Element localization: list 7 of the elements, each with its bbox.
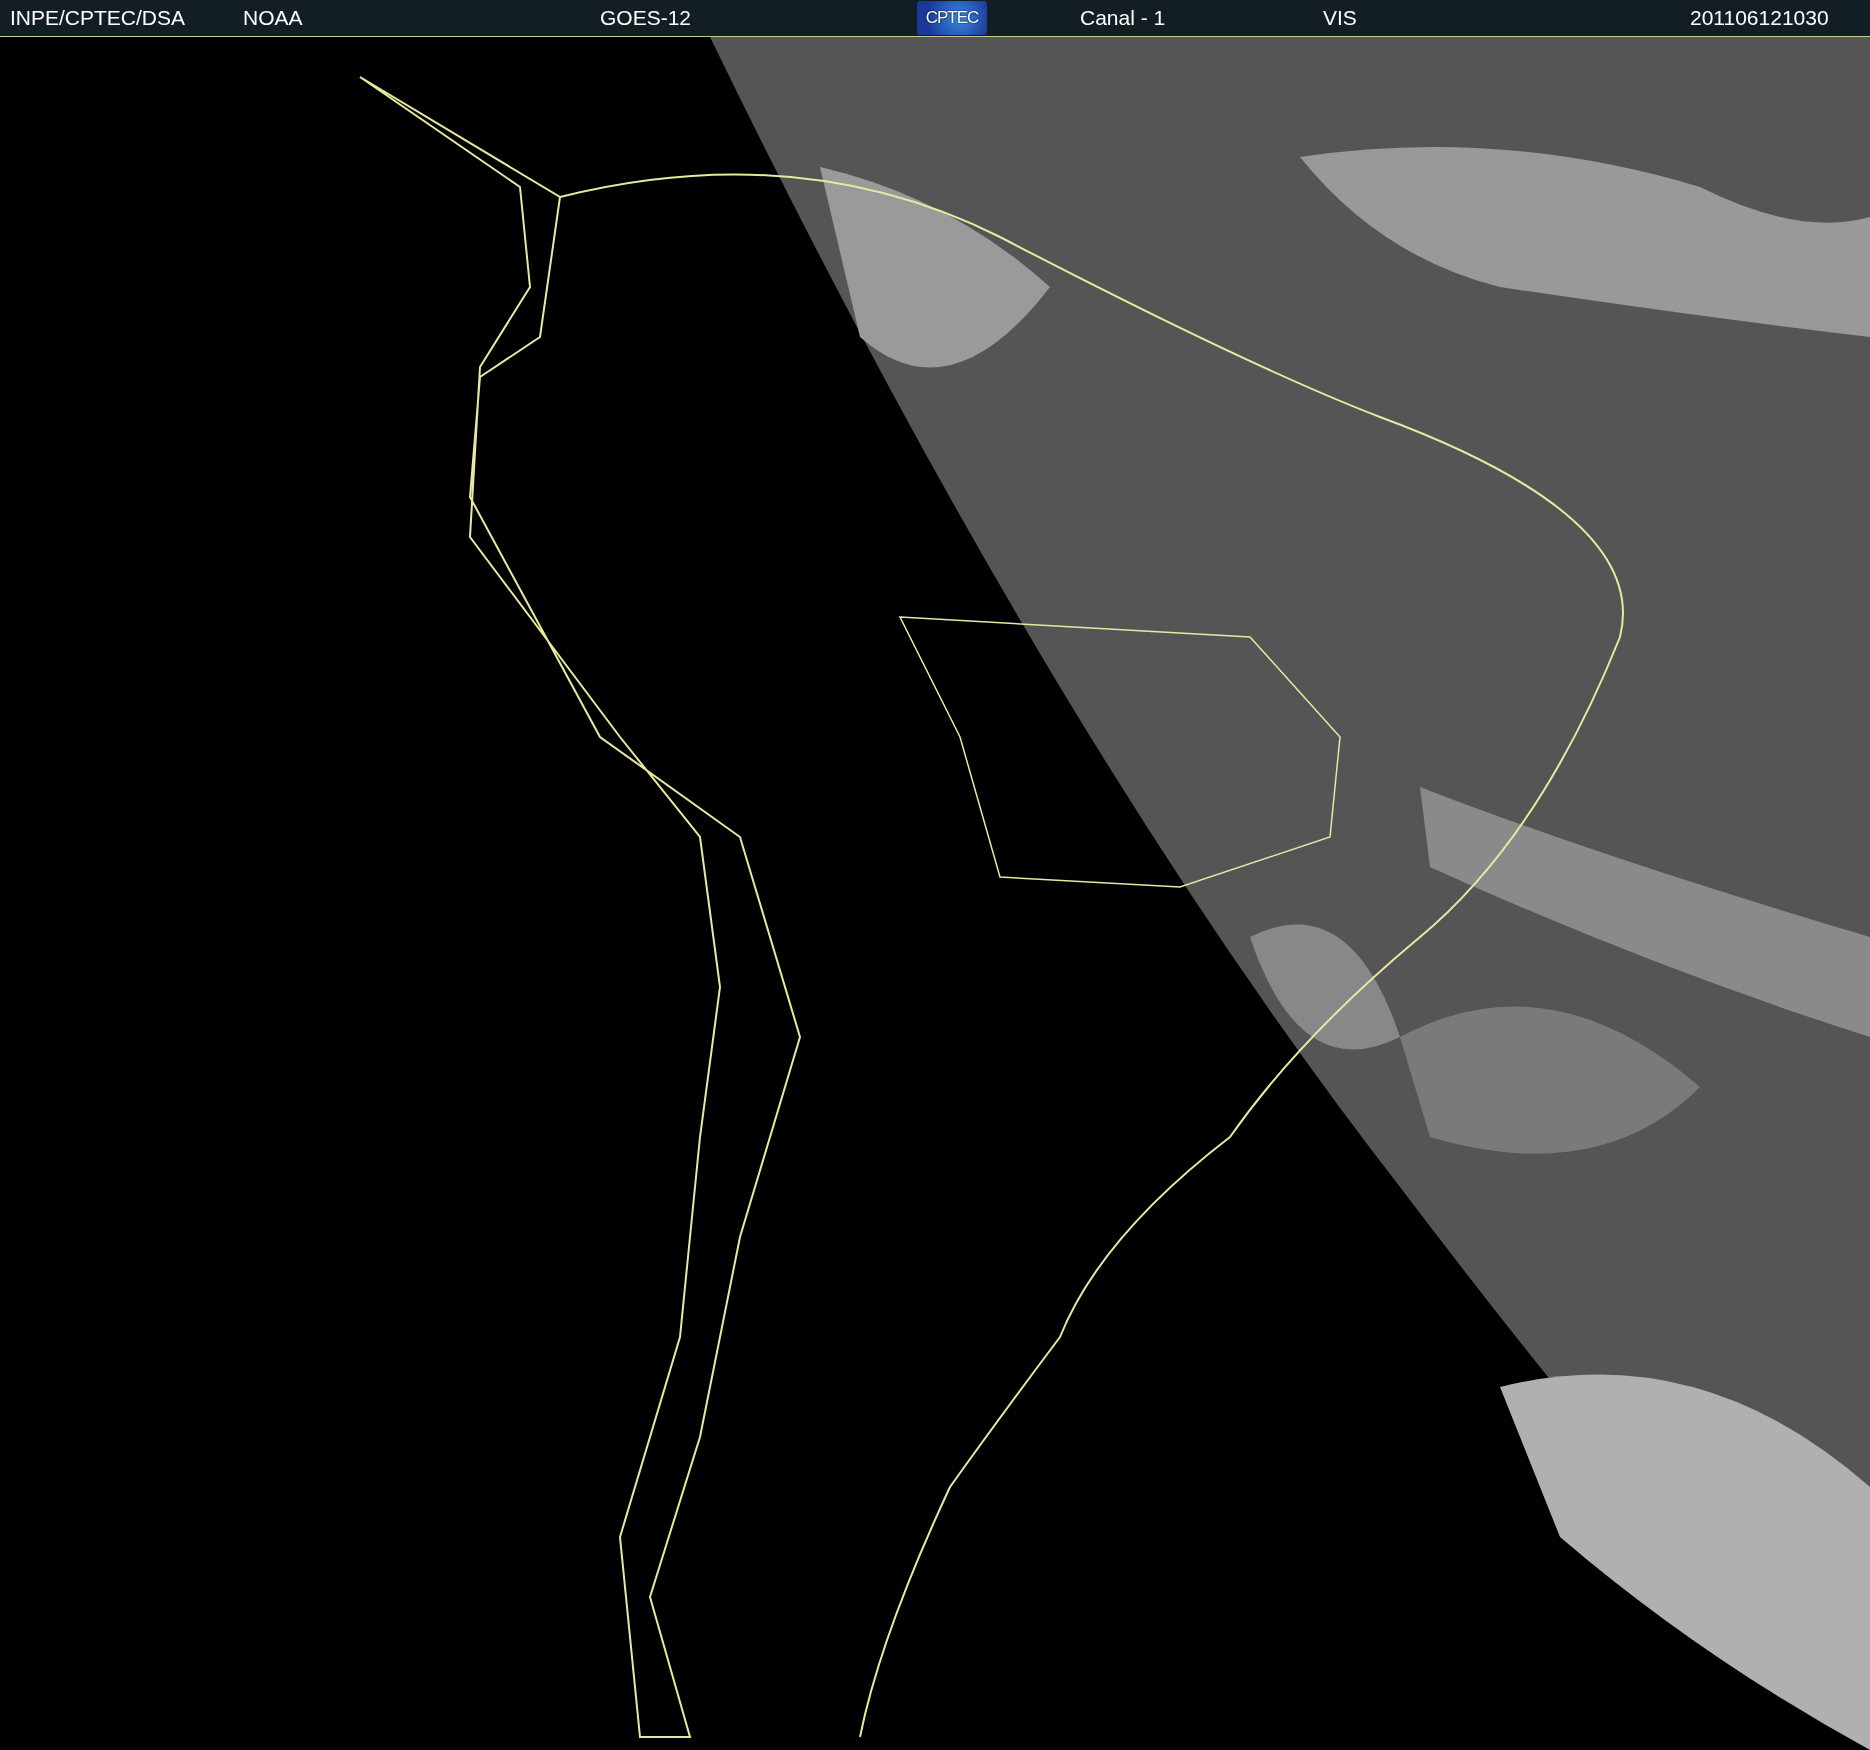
header-label: Canal - 1 bbox=[1080, 6, 1166, 30]
header-label: GOES-12 bbox=[600, 6, 692, 30]
logo: CPTEC bbox=[917, 1, 987, 35]
header-label: VIS bbox=[1323, 6, 1357, 30]
header-label: NOAA bbox=[243, 6, 303, 30]
header-label: INPE/CPTEC/DSA bbox=[10, 6, 186, 30]
header-label: 201106121030 bbox=[1690, 6, 1829, 30]
